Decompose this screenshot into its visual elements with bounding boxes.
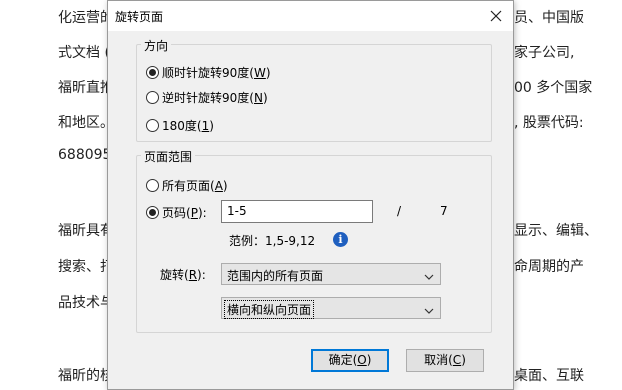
- rotate-range-select[interactable]: 范围内的所有页面: [221, 263, 441, 285]
- close-icon[interactable]: [485, 5, 507, 27]
- doc-line-left: 福昕具有: [58, 223, 114, 239]
- rotate-accel-key: R: [188, 268, 198, 282]
- total-pages: 7: [440, 204, 448, 218]
- radio-label: 180度(: [162, 119, 202, 133]
- doc-line-left: 品技术与: [58, 295, 114, 311]
- doc-line-left: 化运营的: [58, 10, 114, 26]
- radio-button[interactable]: [146, 179, 159, 192]
- direction-group-label: 方向: [141, 37, 172, 54]
- orientation-value: 横向和纵向页面: [223, 300, 315, 319]
- radio-label: 逆时针旋转90度(: [162, 91, 254, 105]
- radio-label-end: ): [262, 90, 268, 105]
- radio-accel-key: P: [190, 205, 198, 220]
- rotate-pages-dialog: 旋转页面 方向 顺时针旋转90度(W) 逆时针旋转90度(N) 180度(1) …: [107, 0, 514, 390]
- doc-line-left: 式文档 (: [58, 45, 110, 61]
- cancel-accel-key: C: [452, 353, 462, 367]
- radio-180[interactable]: 180度(1): [146, 117, 214, 134]
- radio-accel-key: 1: [201, 118, 210, 133]
- ok-label: 确定(: [328, 353, 358, 367]
- radio-button[interactable]: [146, 66, 159, 79]
- cancel-label-end: ): [461, 353, 466, 367]
- radio-label: 顺时针旋转90度(: [162, 66, 254, 80]
- doc-line-right: 00 多个国家: [514, 80, 593, 96]
- doc-line-right: 员、中国版: [514, 10, 584, 26]
- doc-line-left: 福昕直推: [58, 80, 114, 96]
- ok-label-end: ): [366, 353, 372, 367]
- doc-line-right: 显示、编辑、: [514, 223, 598, 239]
- radio-page-numbers[interactable]: 页码(P):: [146, 204, 207, 221]
- rotate-label-end: ):: [197, 268, 206, 282]
- ok-accel-key: O: [357, 353, 367, 367]
- info-icon[interactable]: i: [333, 232, 348, 247]
- doc-line-left: 福昕的核: [58, 368, 114, 384]
- radio-label-end: ): [265, 65, 271, 80]
- radio-label-end: ): [209, 118, 214, 133]
- chevron-down-icon: [424, 270, 434, 284]
- doc-line-right: 家子公司,: [514, 45, 575, 61]
- page-range-input[interactable]: 1-5: [221, 200, 373, 223]
- doc-line-right: 桌面、互联: [514, 368, 584, 384]
- radio-accel-key: W: [253, 65, 266, 80]
- radio-counterclockwise-90[interactable]: 逆时针旋转90度(N): [146, 89, 268, 106]
- radio-label-end: ):: [197, 205, 207, 220]
- doc-line-left: 和地区。: [58, 115, 114, 131]
- radio-button[interactable]: [146, 119, 159, 132]
- dialog-title: 旋转页面: [115, 10, 164, 24]
- cancel-label: 取消(: [424, 353, 453, 367]
- rotate-range-value: 范围内的所有页面: [227, 269, 324, 283]
- radio-label: 所有页面(: [162, 179, 215, 193]
- orientation-select[interactable]: 横向和纵向页面: [221, 297, 441, 319]
- chevron-down-icon: [424, 304, 434, 318]
- radio-all-pages[interactable]: 所有页面(A): [146, 177, 228, 194]
- radio-accel-key: A: [214, 178, 223, 193]
- doc-line-left: 搜索、打: [58, 259, 114, 275]
- rotate-label: 旋转(R):: [160, 266, 206, 283]
- ok-button[interactable]: 确定(O): [311, 349, 389, 372]
- radio-label: 页码(: [162, 206, 191, 220]
- radio-button[interactable]: [146, 206, 159, 219]
- range-example: 范例：1,5-9,12: [229, 234, 316, 248]
- radio-label-end: ): [222, 178, 228, 193]
- dialog-titlebar: 旋转页面: [108, 1, 513, 31]
- doc-line-right: 命周期的产: [514, 259, 584, 275]
- doc-line-right: , 股票代码:: [514, 115, 584, 131]
- radio-accel-key: N: [253, 90, 263, 105]
- radio-button[interactable]: [146, 91, 159, 104]
- doc-line-left: 688095: [58, 147, 112, 163]
- cancel-button[interactable]: 取消(C): [406, 349, 484, 372]
- radio-clockwise-90[interactable]: 顺时针旋转90度(W): [146, 64, 271, 81]
- rotate-label-text: 旋转(: [160, 268, 189, 282]
- page-range-group-label: 页面范围: [141, 148, 196, 165]
- page-slash: /: [397, 204, 402, 218]
